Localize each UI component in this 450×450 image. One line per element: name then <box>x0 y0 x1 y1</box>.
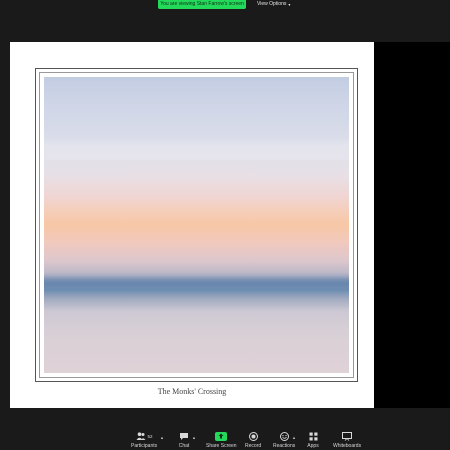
whiteboard-icon <box>341 431 353 441</box>
photo-caption: The Monks' Crossing <box>157 387 227 396</box>
record-icon <box>247 431 259 441</box>
participants-icon: 52 <box>133 431 155 441</box>
chat-label: Chat <box>178 443 190 449</box>
chat-button[interactable]: Chat <box>178 431 190 449</box>
horizon-streak <box>44 278 349 288</box>
screen-share-banner: You are viewing Stan Farrow's screen <box>158 0 246 9</box>
share-screen-icon <box>215 431 228 441</box>
whiteboards-label: Whiteboards <box>333 443 362 449</box>
apps-icon <box>307 431 319 441</box>
share-screen-icon-wrap <box>215 431 228 441</box>
record-button[interactable]: Record <box>245 431 261 449</box>
reactions-caret-icon[interactable]: ▲ <box>292 435 296 440</box>
reactions-button[interactable]: Reactions <box>273 431 295 449</box>
reactions-label: Reactions <box>273 443 296 449</box>
shared-document-page: The Monks' Crossing <box>10 42 374 408</box>
sky-streak <box>44 142 349 160</box>
participants-button[interactable]: 52 Participants <box>131 431 157 449</box>
chat-caret-icon[interactable]: ▲ <box>192 435 196 440</box>
shared-screen-area: The Monks' Crossing <box>0 42 450 408</box>
whiteboards-button[interactable]: Whiteboards <box>333 431 361 449</box>
participants-count: 52 <box>147 433 153 439</box>
share-screen-label: Share Screen <box>206 443 237 449</box>
meeting-toolbar: 52 Participants ▲ Chat ▲ Share Screen Re… <box>0 408 450 450</box>
record-label: Record <box>245 443 262 449</box>
view-options-label: View Options <box>257 1 287 7</box>
share-screen-button[interactable]: Share Screen <box>206 431 237 449</box>
participants-caret-icon[interactable]: ▲ <box>160 435 164 440</box>
participants-label: Participants <box>131 443 158 449</box>
photo-mat <box>39 72 354 378</box>
apps-label: Apps <box>307 443 319 449</box>
top-bar: You are viewing Stan Farrow's screen Vie… <box>0 0 450 42</box>
photo-frame <box>35 68 358 382</box>
reactions-icon <box>278 431 290 441</box>
view-options-button[interactable]: View Options ▾ <box>253 0 294 9</box>
black-margin <box>374 42 450 408</box>
chevron-down-icon: ▾ <box>288 2 291 7</box>
apps-button[interactable]: Apps <box>307 431 319 449</box>
seascape-photo <box>44 77 349 373</box>
chat-icon <box>178 431 190 441</box>
